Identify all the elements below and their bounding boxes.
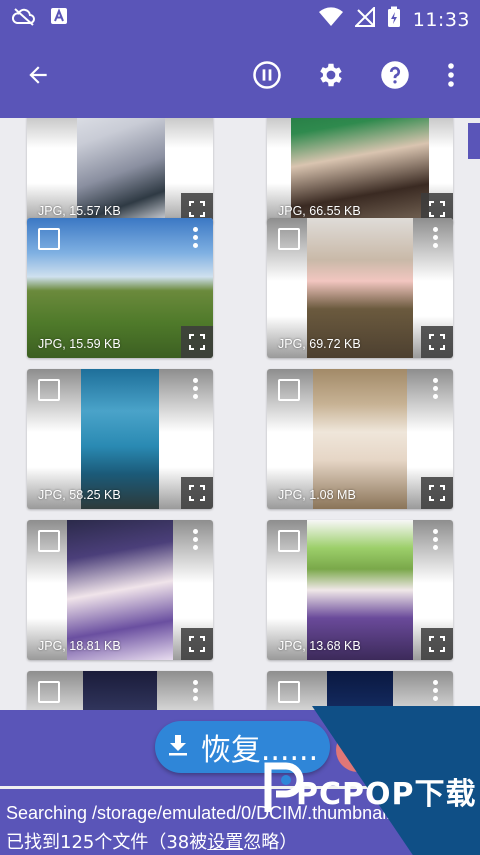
select-checkbox[interactable] [278,681,300,703]
app-bar [0,33,480,118]
expand-icon[interactable] [181,628,213,660]
thumbnail-card[interactable]: JPG, 15.57 KB [27,118,213,225]
file-info: JPG, 69.72 KB [278,337,361,351]
item-menu-icon[interactable] [191,680,199,704]
select-checkbox[interactable] [38,681,60,703]
file-info: JPG, 66.55 KB [278,204,361,218]
file-info: JPG, 58.25 KB [38,488,121,502]
item-menu-icon[interactable] [431,529,439,553]
item-menu-icon[interactable] [191,227,199,251]
settings-link[interactable]: 设置 [207,832,243,853]
thumbnail-image [83,671,157,710]
pause-circle-icon[interactable] [247,55,287,95]
thumbnail-grid: JPG, 15.57 KB JPG, 66.55 KB JPG, 15.59 K… [0,118,480,710]
more-vert-icon[interactable] [431,55,471,95]
clock: 11:33 [412,8,470,31]
wifi-icon [318,7,343,32]
thumbnail-card[interactable]: JPG, 66.55 KB [267,118,453,225]
expand-icon[interactable] [421,628,453,660]
signal-off-icon [353,5,375,32]
thumbnail-card[interactable]: JPG, 13.68 KB [267,520,453,660]
select-checkbox[interactable] [38,530,60,552]
item-menu-icon[interactable] [431,680,439,704]
file-info: JPG, 18.81 KB [38,639,121,653]
expand-icon[interactable] [181,326,213,358]
thumbnail-card[interactable]: JPG, 15.59 KB [27,218,213,358]
expand-icon[interactable] [421,477,453,509]
scrollbar-thumb[interactable] [468,123,480,159]
file-info: JPG, 1.08 MB [278,488,356,502]
thumbnail-card[interactable]: JPG, 18.81 KB [27,520,213,660]
thumbnail-image [327,671,393,710]
expand-icon[interactable] [421,326,453,358]
item-menu-icon[interactable] [191,529,199,553]
thumbnail-card[interactable]: JPG, 1.08 MB [267,369,453,509]
status-bar: 11:33 [0,0,480,33]
font-a-icon [50,6,68,31]
select-checkbox[interactable] [278,228,300,250]
watermark: PCPOP下载 [250,706,480,855]
help-icon[interactable] [375,55,415,95]
select-checkbox[interactable] [278,379,300,401]
expand-icon[interactable] [181,477,213,509]
item-menu-icon[interactable] [431,378,439,402]
select-checkbox[interactable] [38,379,60,401]
arrow-back-icon[interactable] [18,55,58,95]
thumbnail-card[interactable]: JPG, 69.72 KB [267,218,453,358]
select-checkbox[interactable] [278,530,300,552]
download-icon [167,730,189,765]
settings-icon[interactable] [311,55,351,95]
battery-charging-icon [387,6,401,33]
cloud-off-icon [11,6,36,31]
watermark-text: PCPOP下载 [296,777,477,812]
thumbnail-card[interactable]: JPG, 58.25 KB [27,369,213,509]
file-info: JPG, 13.68 KB [278,639,361,653]
file-info: JPG, 15.57 KB [38,204,121,218]
thumbnail-card[interactable] [27,671,213,710]
item-menu-icon[interactable] [431,227,439,251]
thumbnail-card[interactable] [267,671,453,710]
item-menu-icon[interactable] [191,378,199,402]
select-checkbox[interactable] [38,228,60,250]
file-info: JPG, 15.59 KB [38,337,121,351]
